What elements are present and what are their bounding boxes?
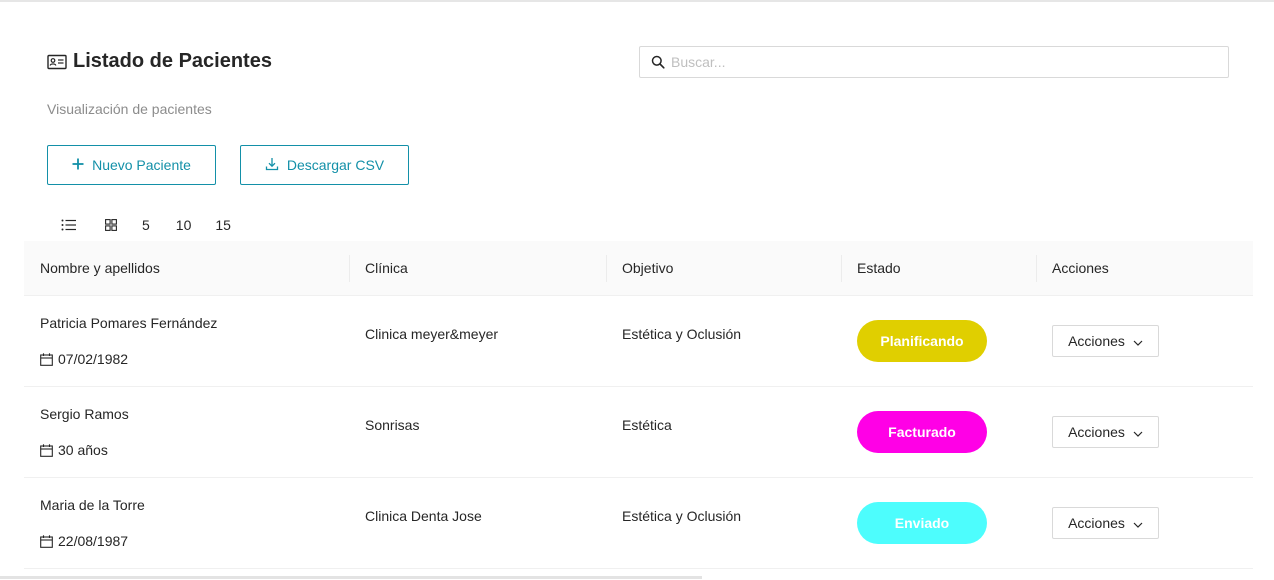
actions-cell: Acciones [1036, 478, 1253, 568]
search-icon [651, 55, 671, 69]
search-input[interactable] [671, 54, 1211, 70]
column-header-actions: Acciones [1036, 241, 1253, 295]
page-size-10[interactable]: 10 [176, 217, 192, 233]
clinic-cell: Sonrisas [365, 417, 420, 433]
download-csv-label: Descargar CSV [286, 157, 385, 173]
actions-dropdown-button[interactable]: Acciones [1052, 325, 1159, 357]
chevron-down-icon [1133, 515, 1143, 531]
calendar-icon [40, 534, 53, 548]
status-badge: Planificando [857, 320, 987, 362]
chevron-down-icon [1133, 333, 1143, 349]
status-cell: Planificando [841, 296, 1036, 386]
page-size-15[interactable]: 15 [215, 217, 231, 233]
actions-cell: Acciones [1036, 296, 1253, 386]
patient-date: 22/08/1987 [40, 533, 349, 549]
patient-name-cell: Patricia Pomares Fernández 07/02/1982 [24, 296, 349, 386]
actions-cell: Acciones [1036, 387, 1253, 477]
table-header: Nombre y apellidos Clínica Objetivo Esta… [24, 241, 1253, 296]
patient-name[interactable]: Maria de la Torre [40, 497, 349, 513]
objective-cell: Estética [622, 417, 672, 433]
actions-dropdown-button[interactable]: Acciones [1052, 507, 1159, 539]
patient-name[interactable]: Sergio Ramos [40, 406, 349, 422]
actions-dropdown-button[interactable]: Acciones [1052, 416, 1159, 448]
actions-label: Acciones [1068, 515, 1125, 531]
actions-label: Acciones [1068, 424, 1125, 440]
patients-table: Nombre y apellidos Clínica Objetivo Esta… [24, 241, 1253, 569]
column-header-objective[interactable]: Objetivo [606, 241, 841, 295]
patient-name-cell: Maria de la Torre 22/08/1987 [24, 478, 349, 568]
table-row[interactable]: Maria de la Torre 22/08/1987 Clinica Den… [24, 478, 1253, 569]
column-header-clinic[interactable]: Clínica [349, 241, 606, 295]
status-cell: Facturado [841, 387, 1036, 477]
new-patient-button[interactable]: Nuevo Paciente [47, 145, 216, 185]
download-icon [265, 157, 279, 174]
table-row[interactable]: Patricia Pomares Fernández 07/02/1982 Cl… [24, 296, 1253, 387]
calendar-icon [40, 352, 53, 366]
id-card-icon [47, 54, 67, 70]
chevron-down-icon [1133, 424, 1143, 440]
top-divider [0, 0, 1274, 2]
status-badge: Facturado [857, 411, 987, 453]
objective-cell: Estética y Oclusión [622, 326, 742, 342]
page-subtitle: Visualización de pacientes [47, 101, 212, 117]
view-options: 5 10 15 [60, 214, 231, 236]
table-row[interactable]: Sergio Ramos 30 años Sonrisas Estética F… [24, 387, 1253, 478]
objective-cell: Estética y Oclusión [622, 508, 742, 524]
new-patient-label: Nuevo Paciente [92, 157, 191, 173]
download-csv-button[interactable]: Descargar CSV [240, 145, 409, 185]
list-view-icon[interactable] [60, 219, 78, 231]
calendar-icon [40, 443, 53, 457]
actions-label: Acciones [1068, 333, 1125, 349]
patient-date-text: 22/08/1987 [58, 533, 129, 549]
patient-name-cell: Sergio Ramos 30 años [24, 387, 349, 477]
page-size-5[interactable]: 5 [142, 217, 150, 233]
clinic-cell: Clinica Denta Jose [365, 508, 482, 524]
patient-date-text: 07/02/1982 [58, 351, 129, 367]
page-title: Listado de Pacientes [73, 50, 272, 72]
status-cell: Enviado [841, 478, 1036, 568]
status-badge: Enviado [857, 502, 987, 544]
search-box[interactable] [639, 46, 1229, 78]
patient-date: 30 años [40, 442, 349, 458]
plus-icon [72, 157, 84, 173]
clinic-cell: Clinica meyer&meyer [365, 326, 499, 342]
grid-view-icon[interactable] [104, 219, 118, 231]
column-header-status[interactable]: Estado [841, 241, 1036, 295]
page-header: Listado de Pacientes [47, 50, 272, 73]
patient-name[interactable]: Patricia Pomares Fernández [40, 315, 349, 331]
patient-date-text: 30 años [58, 442, 108, 458]
horizontal-scrollbar[interactable] [0, 576, 702, 579]
column-header-name[interactable]: Nombre y apellidos [24, 241, 349, 295]
patient-date: 07/02/1982 [40, 351, 349, 367]
